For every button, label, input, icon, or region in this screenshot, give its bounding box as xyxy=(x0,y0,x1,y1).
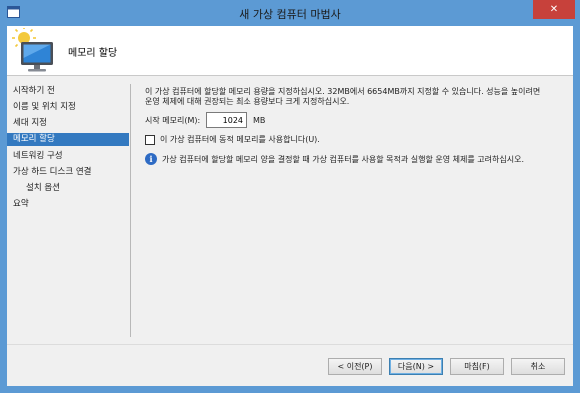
nav-item-generation[interactable]: 세대 지정 xyxy=(7,117,129,130)
cancel-button[interactable]: 취소 xyxy=(511,358,565,375)
nav-item-installation-options[interactable]: 설치 옵션 xyxy=(7,182,129,195)
previous-button[interactable]: < 이전(P) xyxy=(328,358,382,375)
startup-memory-input[interactable] xyxy=(206,112,247,128)
next-button[interactable]: 다음(N) > xyxy=(389,358,443,375)
nav-item-networking[interactable]: 네트워킹 구성 xyxy=(7,150,129,163)
close-button[interactable]: ✕ xyxy=(533,0,575,19)
nav-item-before-you-begin[interactable]: 시작하기 전 xyxy=(7,85,129,98)
dynamic-memory-label[interactable]: 이 가상 컴퓨터에 동적 메모리를 사용합니다(U). xyxy=(160,134,320,145)
nav-item-virtual-hard-disk[interactable]: 가상 하드 디스크 연결 xyxy=(7,166,129,179)
footer-divider xyxy=(7,344,573,345)
nav-item-assign-memory[interactable]: 메모리 할당 xyxy=(7,133,129,146)
nav-divider xyxy=(130,84,131,337)
memory-hint-text: 가상 컴퓨터에 할당할 메모리 양을 결정할 때 가상 컴퓨터를 사용할 목적과… xyxy=(162,155,524,164)
page-title: 메모리 할당 xyxy=(68,48,118,59)
dynamic-memory-checkbox[interactable] xyxy=(145,135,155,145)
nav-item-name-and-location[interactable]: 이름 및 위치 지정 xyxy=(7,101,129,114)
title-bar[interactable]: 새 가상 컴퓨터 마법사 ✕ xyxy=(0,0,580,26)
window-title: 새 가상 컴퓨터 마법사 xyxy=(239,8,341,21)
finish-button[interactable]: 마침(F) xyxy=(450,358,504,375)
startup-memory-unit: MB xyxy=(253,116,266,125)
wizard-window: 새 가상 컴퓨터 마법사 ✕ 메모리 할당 시작하기 전 이름 및 위치 지정 … xyxy=(0,0,580,393)
header-banner: 메모리 할당 xyxy=(7,26,573,76)
wizard-body: 메모리 할당 시작하기 전 이름 및 위치 지정 세대 지정 메모리 할당 네트… xyxy=(7,26,573,386)
nav-item-summary[interactable]: 요약 xyxy=(7,198,129,211)
startup-memory-label: 시작 메모리(M): xyxy=(145,116,201,125)
instructions-line-2: 운영 체제에 대해 권장되는 최소 용량보다 크게 지정하십시오. xyxy=(145,97,350,106)
instructions-text: 이 가상 컴퓨터에 할당할 메모리 용량을 지정하십시오. 32MB에서 665… xyxy=(145,87,565,107)
instructions-line-1: 이 가상 컴퓨터에 할당할 메모리 용량을 지정하십시오. 32MB에서 665… xyxy=(145,87,541,96)
virtual-machine-monitor-icon xyxy=(12,28,53,72)
information-icon: i xyxy=(145,153,157,165)
